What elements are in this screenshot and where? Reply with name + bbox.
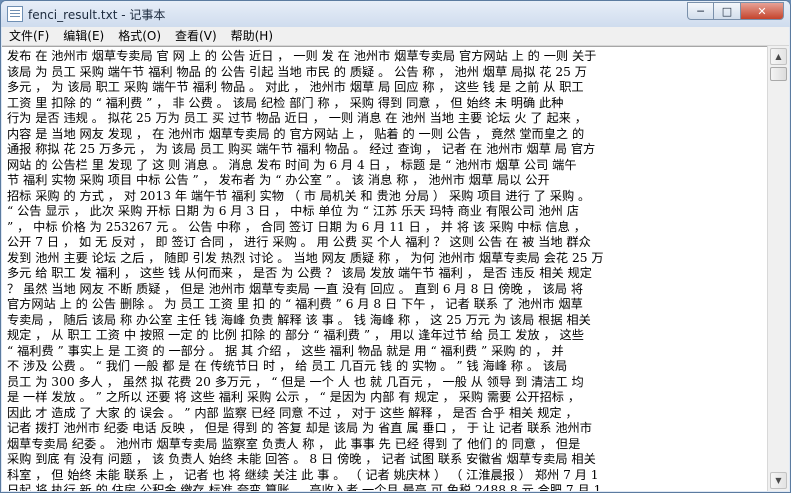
title-bar[interactable]: fenci_result.txt - 记事本 ─ □ ✕ (1, 1, 790, 27)
scroll-thumb[interactable] (770, 67, 787, 81)
menu-bar: 文件(F) 编辑(E) 格式(O) 查看(V) 帮助(H) (2, 27, 789, 46)
menu-file[interactable]: 文件(F) (2, 27, 56, 46)
text-line: 不 涉及 公费 。 “ 我们 一般 都 是 在 传统节日 时 ， 给 员工 几百… (7, 359, 568, 373)
text-line: “ 福利费 ” 事实上 是 工资 的 一部分 。 据 其 介绍 ， 这些 福利 … (7, 343, 564, 358)
text-line: 节 福利 实物 采购 项目 中标 公告 ” ， 发布者 为 “ 办公室 ” 。 … (7, 173, 550, 187)
close-icon: ✕ (757, 4, 767, 18)
text-line: 招标 采购 的 方式 ， 对 2013 年 端午节 福利 实物 （ 市 局机关 … (7, 188, 591, 203)
minimize-icon: ─ (697, 4, 704, 18)
text-line: 该局 为 员工 采购 端午节 福利 物品 的 公告 引起 当地 市民 的 质疑 … (7, 64, 587, 79)
text-line: 内容 是 当地 网友 发现 ， 在 池州市 烟草专卖局 的 官方网站 上 ， 贴… (7, 126, 585, 141)
minimize-button[interactable]: ─ (687, 2, 714, 20)
menu-view[interactable]: 查看(V) (168, 27, 224, 46)
notepad-icon (7, 6, 23, 22)
text-line: 发到 池州 主要 论坛 之后 ， 随即 引发 热烈 讨论 。 当地 网友 质疑 … (7, 250, 604, 265)
text-line: 多元 给 职工 发 福利 ， 这些 钱 从何而来 ， 是否 为 公费 ？ 该局 … (7, 266, 592, 280)
notepad-window: fenci_result.txt - 记事本 ─ □ ✕ 文件(F) 编辑(E)… (0, 0, 791, 493)
document-text[interactable]: 发布 在 池州市 烟草专卖局 官 网 上 的 公告 近日 ， 一则 发 在 池州… (2, 47, 768, 491)
text-line: 官方网站 上 的 公告 删除 。 为 员工 工资 里 扣 的 “ 福利费 ” 6… (7, 297, 583, 311)
text-line: 网站 的 公告栏 里 发现 了 这 则 消息 。 消息 发布 时间 为 6 月 … (7, 157, 577, 172)
text-line: ” ， 中标 价格 为 253267 元 。 公告 中称 ， 合同 签订 日期 … (7, 219, 586, 234)
scroll-up-button[interactable]: ▲ (770, 48, 787, 65)
text-line: 发布 在 池州市 烟草专卖局 官 网 上 的 公告 近日 ， 一则 发 在 池州… (7, 49, 597, 63)
text-line: 行为 是否 违规 。 拟花 25 万为 员工 买 过节 物品 近日 ， 一则 消… (7, 111, 587, 125)
text-line: 是 一样 发放 。 ” 之所以 还要 将 这些 福利 采购 公示 ， “ 是因为… (7, 390, 581, 404)
text-line: 日起 将 执行 新 的 住房 公积金 缴存 标准 夸变 算账 ， 高收入者 一个… (7, 483, 602, 491)
maximize-icon: □ (721, 4, 733, 18)
menu-help[interactable]: 帮助(H) (224, 27, 280, 46)
menu-format[interactable]: 格式(O) (111, 27, 168, 46)
text-line: 通报 称拟 花 25 万多元 ， 为 该局 员工 购买 端午节 福利 物品 。 … (7, 142, 596, 156)
menu-edit[interactable]: 编辑(E) (56, 27, 111, 46)
scroll-up-icon: ▲ (775, 52, 782, 61)
window-title: fenci_result.txt - 记事本 (28, 7, 166, 22)
text-line: 工资 里 扣除 的 “ 福利费 ” ， 非 公费 。 该局 纪检 部门 称 ， … (7, 95, 564, 110)
text-line: “ 公告 显示 ， 此次 采购 开标 日期 为 6 月 3 日 ， 中标 单位 … (7, 204, 579, 218)
text-line: ？ 虽然 当地 网友 不断 质疑 ， 但是 池州市 烟草专卖局 一直 没有 回应… (7, 281, 584, 296)
text-line: 科室 ， 但 始终 未能 联系 上 ， 记者 也 将 继续 关注 此 事 。 （… (7, 467, 599, 482)
text-line: 多元 ， 为 该局 职工 采购 端午节 福利 物品 。 对此 ， 池州市 烟草 … (7, 80, 584, 94)
text-line: 公开 7 日 ， 如 无 反对 ， 即 签订 合同 ， 进行 采购 。 用 公费… (7, 235, 591, 249)
text-line: 记者 拨打 池州市 纪委 电话 反映 ， 但是 得到 的 答复 却是 该局 为 … (7, 421, 592, 435)
caption-buttons: ─ □ ✕ (687, 2, 784, 20)
scroll-down-button[interactable]: ▼ (770, 472, 787, 489)
maximize-button[interactable]: □ (714, 2, 741, 20)
text-line: 规定 ， 从 职工 工资 中 按照 一定 的 比例 扣除 的 部分 “ 福利费 … (7, 328, 584, 342)
text-editor[interactable]: 发布 在 池州市 烟草专卖局 官 网 上 的 公告 近日 ， 一则 发 在 池州… (2, 46, 768, 491)
vertical-scrollbar[interactable]: ▲ ▼ (767, 46, 789, 491)
scroll-down-icon: ▼ (775, 476, 782, 485)
text-line: 烟草专卖局 纪委 。 池州市 烟草专卖局 监察室 负责人 称 ， 此 事事 先 … (7, 436, 581, 451)
text-line: 员工 为 300 多人 ， 虽然 拟 花费 20 多万元 ， “ 但是 一个 人… (7, 374, 584, 389)
text-line: 采购 到底 有 没有 问题 ， 该 负责人 始终 未能 回答 。 8 日 傍晚 … (7, 452, 596, 466)
close-button[interactable]: ✕ (741, 2, 784, 20)
text-line: 因此 才 造成 了 大家 的 误会 。 ” 内部 监察 已经 同意 不过 ， 对… (7, 405, 578, 420)
text-line: 专卖局 ， 随后 该局 称 办公室 主任 钱 海峰 负责 解释 该 事 。 钱 … (7, 312, 591, 327)
